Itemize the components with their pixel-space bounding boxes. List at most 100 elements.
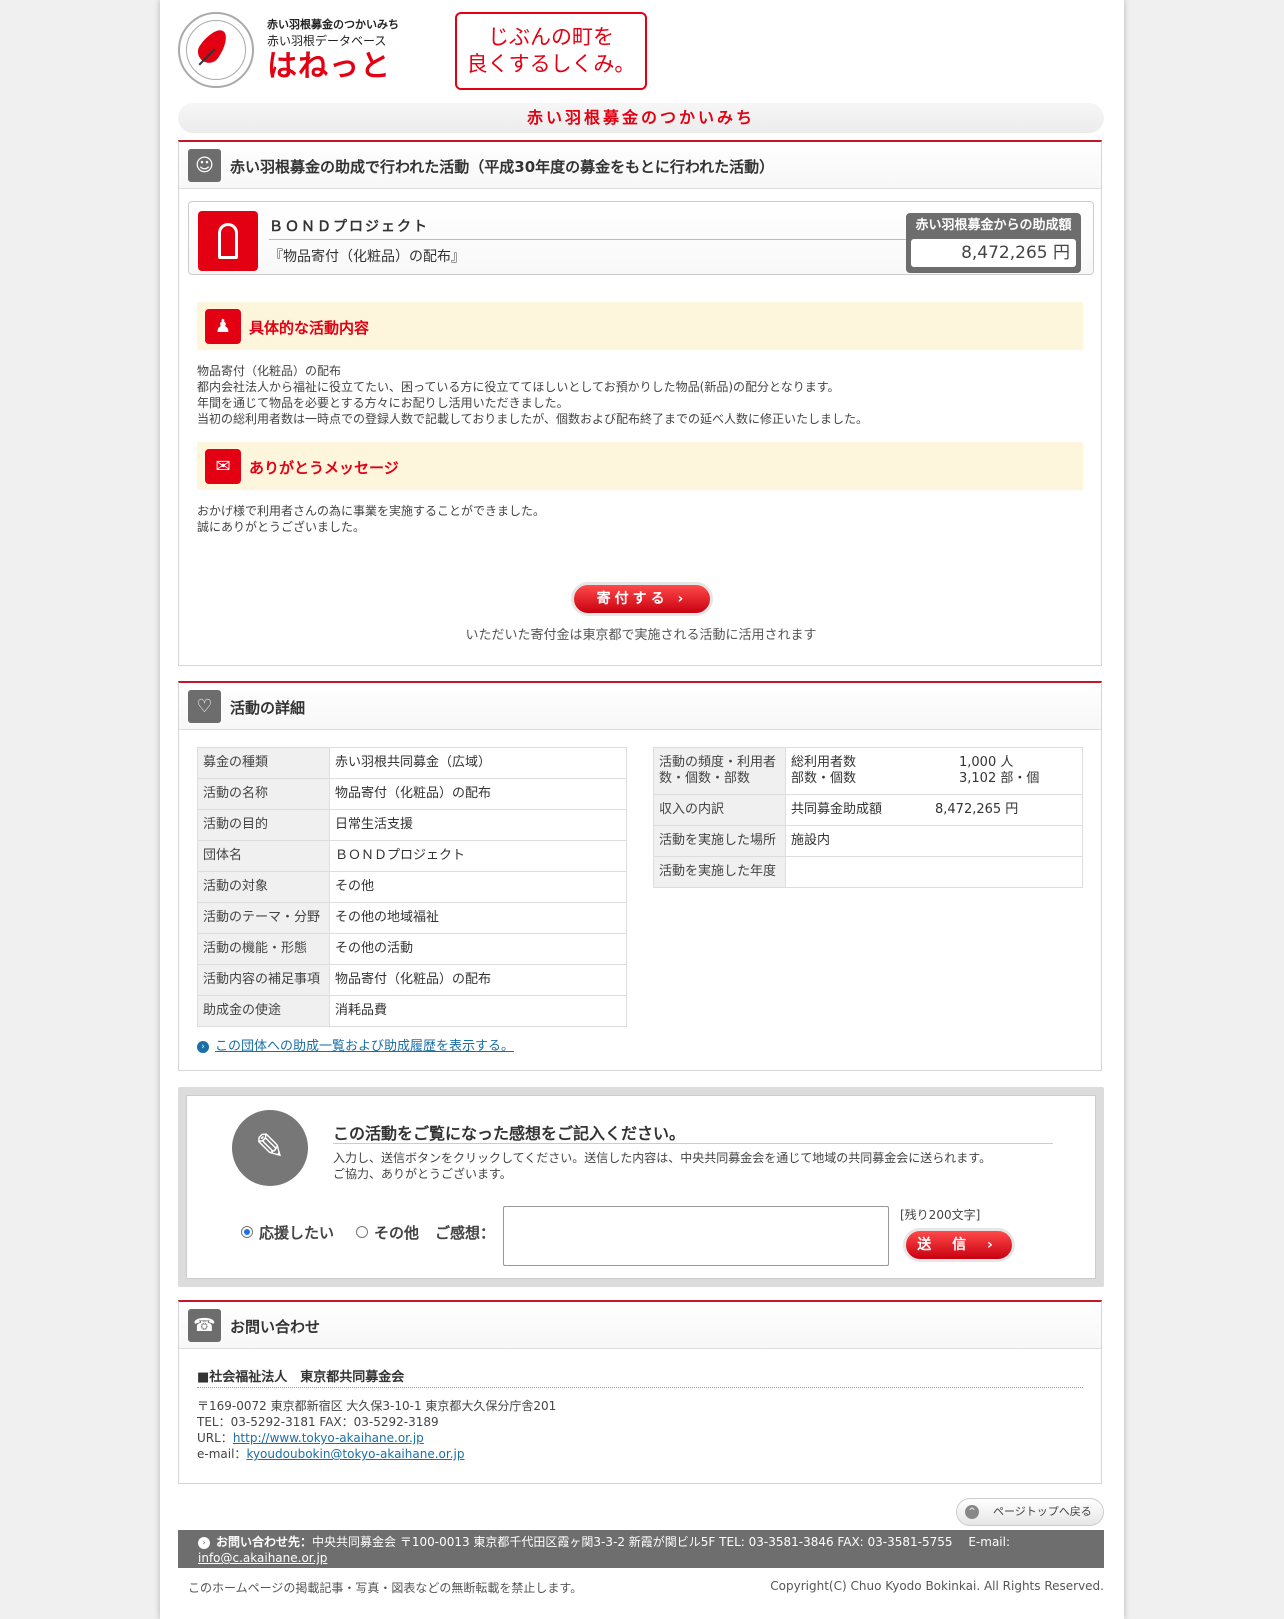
table-row: 活動の頻度・利用者 数・個数・部数 総利用者数 1,000 人 部数・個数 3,10…	[653, 747, 1083, 795]
page-top-label: ページトップへ戻る	[993, 1505, 1092, 1518]
thanks-line: おかげ様で利用者さんの為に事業を実施することができました。	[197, 504, 546, 518]
details-panel: ♡ 活動の詳細 募金の種類 赤い羽根共同募金（広域） 活動の名称 物品寄付（化粧品）…	[178, 681, 1102, 1071]
feedback-box: ✎ この活動をご覧になった感想をご記入ください。 入力し、送信ボタンをクリックし…	[186, 1095, 1096, 1279]
freq-key-line2: 数・個数・部数	[659, 771, 751, 786]
row-key: 活動のテーマ・分野	[197, 902, 330, 934]
project-summary: ＢＯＮＤプロジェクト 『物品寄付（化粧品）の配布』 赤い羽根募金からの助成額 8…	[188, 201, 1094, 275]
slogan-line2: 良くするしくみ。	[466, 52, 636, 76]
send-button[interactable]: 送 信 ›	[903, 1228, 1015, 1262]
radio-button[interactable]	[356, 1225, 368, 1238]
grant-label: 赤い羽根募金からの助成額	[915, 218, 1072, 233]
comment-textarea[interactable]	[503, 1206, 889, 1266]
feedback-desc-line: ご協力、ありがとうございます。	[333, 1167, 512, 1181]
page-top-button[interactable]: ^ ページトップへ戻る	[956, 1498, 1104, 1526]
table-row: 活動の目的 日常生活支援	[197, 809, 627, 841]
contact-url-link[interactable]: http://www.tokyo-akaihane.or.jp	[233, 1431, 424, 1445]
donate-button[interactable]: 寄付する ›	[571, 582, 713, 616]
radio-button[interactable]	[241, 1225, 253, 1238]
logo-line2: 赤い羽根データベース	[267, 34, 387, 48]
people-icon: ☺	[188, 149, 221, 182]
radio-other-label: その他	[374, 1224, 420, 1242]
red-feather-logo-icon[interactable]	[178, 12, 254, 88]
contact-address: 〒169-0072 東京都新宿区 大久保3-10-1 東京都大久保分庁舎201	[197, 1399, 557, 1413]
table-row: 活動を実施した場所 施設内	[653, 825, 1083, 857]
freq-key-line1: 活動の頻度・利用者	[659, 755, 777, 770]
row-key: 収入の内訳	[653, 794, 786, 826]
activity-panel: ☺ 赤い羽根募金の助成で行われた活動（平成30年度の募金をもとに行われた活動） …	[178, 140, 1102, 666]
row-key: 活動の頻度・利用者 数・個数・部数	[653, 747, 786, 795]
details-heading: 活動の詳細	[230, 699, 306, 717]
footer-notice: このホームページの掲載記事・写真・図表などの無断転載を禁止します。	[188, 1581, 583, 1595]
radio-support[interactable]: 応援したい	[241, 1222, 334, 1243]
activity-heading: 赤い羽根募金の助成で行われた活動（平成30年度の募金をもとに行われた活動）	[230, 158, 775, 176]
row-key: 活動の対象	[197, 871, 330, 903]
income-value: 8,472,265 円	[935, 802, 1019, 817]
divider	[269, 239, 909, 240]
content-section-band: ♟ 具体的な活動内容	[197, 302, 1083, 350]
phone-icon: ☎	[188, 1309, 221, 1342]
page-title: 赤い羽根募金のつかいみち	[526, 108, 755, 127]
speech-bubble-icon: ✉	[205, 449, 241, 484]
copies-value: 3,102 部・個	[959, 771, 1040, 786]
contact-url-label: URL：	[197, 1431, 233, 1445]
row-key: 活動の目的	[197, 809, 330, 841]
table-row: 活動のテーマ・分野 その他の地域福祉	[197, 902, 627, 934]
contact-tel: TEL：03-5292-3181 FAX：03-5292-3189	[197, 1415, 439, 1429]
page-title-bar: 赤い羽根募金のつかいみち	[178, 103, 1104, 133]
row-value: 施設内	[785, 825, 1083, 857]
feedback-section: ✎ この活動をご覧になった感想をご記入ください。 入力し、送信ボタンをクリックし…	[178, 1087, 1104, 1287]
row-value: 物品寄付（化粧品）の配布	[329, 964, 627, 996]
row-value: その他	[329, 871, 627, 903]
contact-email-label: e-mail：	[197, 1447, 247, 1461]
table-row: 募金の種類 赤い羽根共同募金（広域）	[197, 747, 627, 779]
contact-panel-header: ☎ お問い合わせ	[179, 1302, 1101, 1349]
footer-contact-text: 中央共同募金会 〒100-0013 東京都千代田区霞ヶ関3-3-2 新霞が関ビル…	[312, 1535, 1011, 1549]
slogan-banner[interactable]: じぶんの町を 良くするしくみ。	[455, 12, 647, 90]
footer-email-link[interactable]: info@c.akaihane.or.jp	[198, 1551, 327, 1565]
footer-copyright: Copyright(C) Chuo Kyodo Bokinkai. All Ri…	[770, 1579, 1104, 1593]
footer-contact-bar: › お問い合わせ先：中央共同募金会 〒100-0013 東京都千代田区霞ヶ関3-3…	[178, 1530, 1104, 1568]
feedback-desc-line: 入力し、送信ボタンをクリックしてください。送信した内容は、中央共同募金会を通じて…	[333, 1151, 992, 1165]
radio-other[interactable]: その他	[356, 1222, 419, 1243]
details-table-right: 活動の頻度・利用者 数・個数・部数 総利用者数 1,000 人 部数・個数 3,10…	[653, 747, 1083, 888]
table-row: 活動内容の補足事項 物品寄付（化粧品）の配布	[197, 964, 627, 996]
table-row: 活動の機能・形態 その他の活動	[197, 933, 627, 965]
grant-amount-box: 赤い羽根募金からの助成額 8,472,265 円	[906, 213, 1081, 273]
content-line: 物品寄付（化粧品）の配布	[197, 364, 342, 378]
content-line: 都内会社法人から福祉に役立てたい、困っている方に役立ててほしいとしてお預かりした…	[197, 380, 840, 394]
thanks-text: おかげ様で利用者さんの為に事業を実施することができました。 誠にありがとうござい…	[197, 503, 545, 535]
copies-label: 部数・個数	[791, 771, 857, 786]
content-line: 当初の総利用者数は一時点での登録人数で記載しておりましたが、個数および配布終了ま…	[197, 412, 869, 426]
table-row: 団体名 ＢＯＮＤプロジェクト	[197, 840, 627, 872]
slogan-line1: じぶんの町を	[488, 25, 614, 49]
comment-label: ご感想：	[435, 1224, 496, 1242]
row-value: 共同募金助成額 8,472,265 円	[785, 794, 1083, 826]
contact-panel: ☎ お問い合わせ ■社会福祉法人 東京都共同募金会 〒169-0072 東京都新…	[178, 1300, 1102, 1484]
radio-support-label: 応援したい	[259, 1224, 335, 1242]
details-table-left: 募金の種類 赤い羽根共同募金（広域） 活動の名称 物品寄付（化粧品）の配布 活動の目…	[197, 747, 627, 1027]
feedback-description: 入力し、送信ボタンをクリックしてください。送信した内容は、中央共同募金会を通じて…	[333, 1150, 991, 1182]
pencil-icon: ✎	[232, 1110, 308, 1186]
content-text: 物品寄付（化粧品）の配布 都内会社法人から福祉に役立てたい、困っている方に役立て…	[197, 363, 868, 427]
row-key: 団体名	[197, 840, 330, 872]
history-link-row: › この団体への助成一覧および助成履歴を表示する。	[197, 1035, 514, 1054]
users-value: 1,000 人	[959, 755, 1014, 770]
divider	[333, 1143, 1053, 1144]
project-name: ＢＯＮＤプロジェクト	[269, 219, 429, 235]
table-row: 収入の内訳 共同募金助成額 8,472,265 円	[653, 794, 1083, 826]
table-row: 活動の名称 物品寄付（化粧品）の配布	[197, 778, 627, 810]
users-label: 総利用者数	[791, 755, 857, 770]
contact-heading: お問い合わせ	[230, 1318, 321, 1336]
site-logo[interactable]: 赤い羽根募金のつかいみち 赤い羽根データベース はねっと	[267, 16, 399, 85]
contact-info: 〒169-0072 東京都新宿区 大久保3-10-1 東京都大久保分庁舎201 …	[197, 1398, 556, 1462]
details-panel-header: ♡ 活動の詳細	[179, 683, 1101, 730]
contact-email-link[interactable]: kyoudoubokin@tokyo-akaihane.or.jp	[246, 1447, 464, 1461]
history-link[interactable]: この団体への助成一覧および助成履歴を表示する。	[215, 1039, 514, 1054]
feedback-title: この活動をご覧になった感想をご記入ください。	[333, 1124, 686, 1143]
family-icon: ♟	[205, 309, 241, 344]
activity-figure-icon	[198, 211, 258, 271]
row-value: その他の活動	[329, 933, 627, 965]
row-value: 赤い羽根共同募金（広域）	[329, 747, 627, 779]
row-value	[785, 856, 1083, 888]
table-row: 助成金の使途 消耗品費	[197, 995, 627, 1027]
